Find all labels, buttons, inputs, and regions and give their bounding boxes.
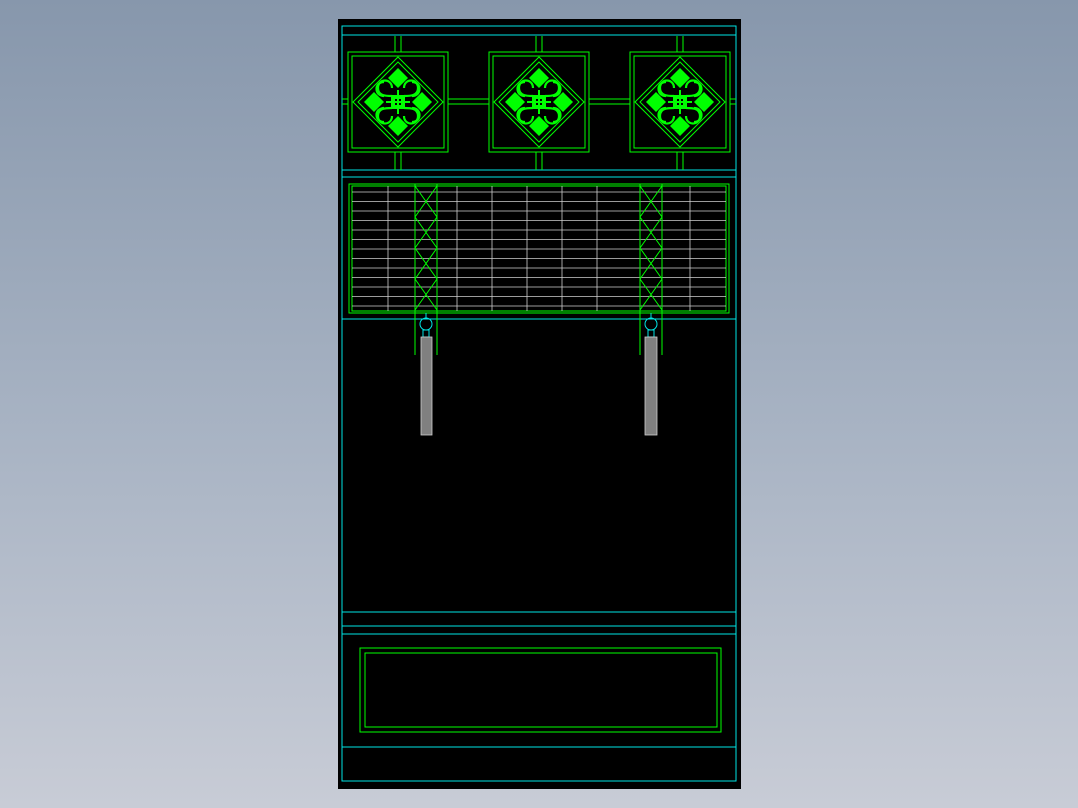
cad-elevation-drawing: [338, 19, 741, 789]
